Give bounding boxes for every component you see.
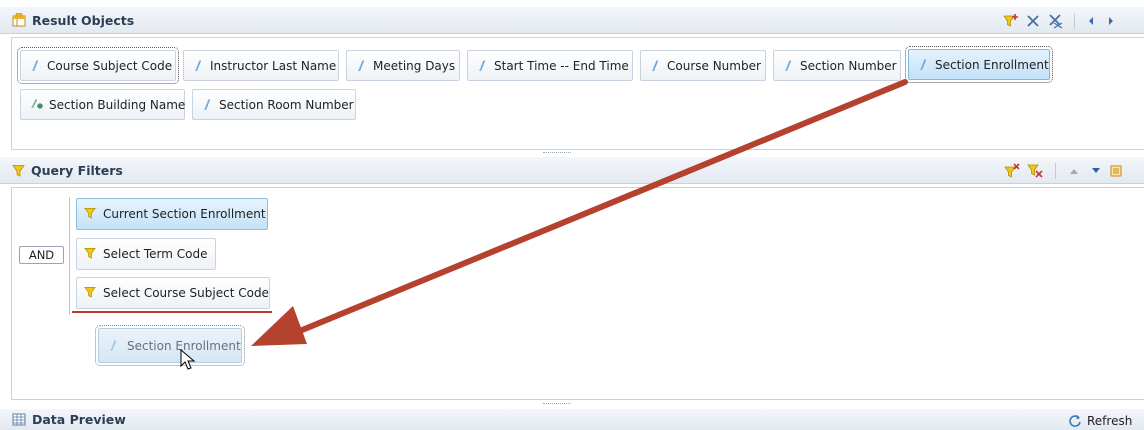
data-preview-header: Data Preview [0,409,1144,430]
data-preview-title: Data Preview [32,412,126,427]
refresh-label: Refresh [1087,414,1133,428]
refresh-button[interactable]: Refresh [1068,412,1144,430]
refresh-icon [1068,414,1082,428]
annotation-arrow [251,79,908,346]
splitter-grip[interactable] [543,403,571,407]
data-preview-icon [12,413,26,426]
